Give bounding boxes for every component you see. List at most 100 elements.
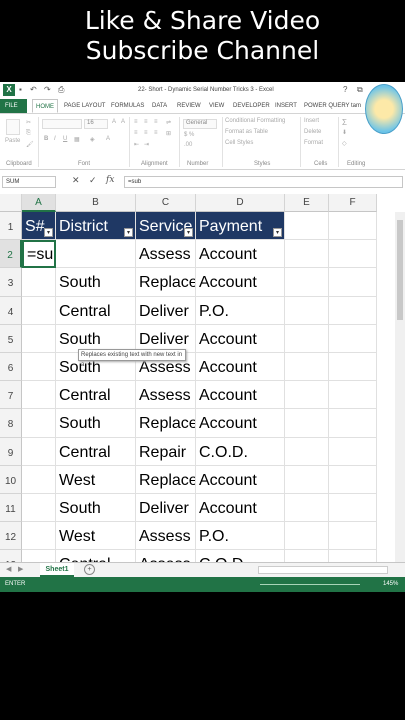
table-cell[interactable] [22, 353, 56, 382]
format-as-table-button[interactable]: Format as Table [225, 129, 268, 135]
column-header-c[interactable]: C [136, 194, 196, 212]
row-header-9[interactable]: 9 [0, 437, 22, 466]
column-header-f[interactable]: F [329, 194, 377, 212]
column-header-e[interactable]: E [285, 194, 329, 212]
table-cell[interactable]: South [56, 409, 136, 438]
filter-dropdown-icon[interactable]: ▾ [273, 228, 282, 238]
format-cells-button[interactable]: Format [304, 140, 323, 146]
table-cell[interactable]: Central [56, 296, 136, 325]
wrap-text-icon[interactable]: ⇌ [166, 119, 171, 126]
save-icon[interactable]: ▪ [19, 85, 22, 94]
empty-cell[interactable] [329, 212, 377, 241]
table-header-cell[interactable]: District ▾ [56, 212, 136, 241]
currency-icon[interactable]: $ % [184, 132, 194, 138]
decimal-icon[interactable]: .00 [184, 142, 192, 148]
scrollbar-thumb[interactable] [397, 220, 403, 320]
name-box[interactable]: SUM [2, 176, 56, 188]
clear-icon[interactable]: ◇ [342, 140, 347, 147]
table-cell[interactable]: Assess [136, 550, 196, 562]
filter-dropdown-icon[interactable]: ▾ [44, 228, 53, 238]
table-cell[interactable]: Replace [136, 465, 196, 494]
insert-cells-button[interactable]: Insert [304, 118, 319, 124]
table-cell[interactable]: Central [56, 437, 136, 466]
ribbon-display-button[interactable]: ⧉ [357, 85, 363, 95]
column-header-b[interactable]: B [56, 194, 136, 212]
empty-cell[interactable] [285, 324, 329, 353]
cell-styles-button[interactable]: Cell Styles [225, 140, 253, 146]
table-cell[interactable]: C.O.D. [196, 550, 285, 562]
column-header-a[interactable]: A [22, 194, 56, 212]
copy-icon[interactable]: ⎘ [26, 130, 31, 137]
tab-review[interactable]: REVIEW [177, 99, 201, 113]
empty-cell[interactable] [285, 212, 329, 241]
empty-cell[interactable] [329, 268, 377, 297]
align-right-icon[interactable]: ≡ [154, 130, 158, 136]
top-align-icon[interactable]: ≡ [134, 119, 138, 125]
row-header-8[interactable]: 8 [0, 409, 22, 438]
empty-cell[interactable] [329, 240, 377, 269]
column-header-d[interactable]: D [196, 194, 285, 212]
empty-cell[interactable] [329, 465, 377, 494]
horizontal-scrollbar[interactable] [258, 566, 388, 574]
tab-home[interactable]: HOME [32, 99, 58, 113]
empty-cell[interactable] [329, 437, 377, 466]
empty-cell[interactable] [329, 494, 377, 523]
table-cell[interactable]: P.O. [196, 522, 285, 551]
number-format-dropdown[interactable]: General [183, 119, 217, 129]
table-cell[interactable] [22, 522, 56, 551]
redo-icon[interactable]: ↷ [44, 85, 51, 94]
table-cell[interactable] [22, 324, 56, 353]
tab-insert[interactable]: INSERT [275, 99, 297, 113]
middle-align-icon[interactable]: ≡ [144, 119, 148, 125]
table-cell[interactable]: Assess [136, 381, 196, 410]
formula-input[interactable]: =sub [124, 176, 403, 188]
table-cell[interactable]: Assess [136, 522, 196, 551]
user-name[interactable]: tam [351, 99, 361, 113]
filter-dropdown-icon[interactable]: ▾ [124, 228, 133, 238]
increase-indent-icon[interactable]: ⇥ [144, 141, 149, 148]
tab-view[interactable]: VIEW [209, 99, 224, 113]
table-cell[interactable]: P.O. [196, 296, 285, 325]
empty-cell[interactable] [329, 296, 377, 325]
filter-dropdown-icon[interactable]: ▾ [184, 228, 193, 238]
tab-page-layout[interactable]: PAGE LAYOUT [64, 99, 105, 113]
empty-cell[interactable] [285, 296, 329, 325]
empty-cell[interactable] [329, 324, 377, 353]
cancel-icon[interactable]: ✕ [72, 175, 80, 186]
empty-cell[interactable] [329, 409, 377, 438]
table-cell[interactable]: South [56, 268, 136, 297]
row-header-2[interactable]: 2 [0, 240, 22, 269]
underline-button[interactable]: U [63, 136, 67, 142]
fill-icon[interactable]: ⬇ [342, 129, 347, 136]
table-cell[interactable]: Repair [136, 437, 196, 466]
prev-sheet-icon[interactable]: ◀ [6, 565, 11, 573]
table-cell[interactable]: Assess [136, 240, 196, 269]
quick-print-icon[interactable]: ⎙ [58, 85, 64, 95]
table-cell[interactable]: Account [196, 465, 285, 494]
row-header-10[interactable]: 10 [0, 465, 22, 494]
table-cell[interactable]: C.O.D. [196, 437, 285, 466]
empty-cell[interactable] [329, 381, 377, 410]
empty-cell[interactable] [285, 550, 329, 562]
align-center-icon[interactable]: ≡ [144, 130, 148, 136]
row-header-4[interactable]: 4 [0, 296, 22, 325]
conditional-formatting-button[interactable]: Conditional Formatting [225, 118, 285, 124]
grow-font-icon[interactable]: A [112, 119, 116, 125]
table-cell[interactable] [22, 494, 56, 523]
format-painter-icon[interactable]: 🖌 [26, 141, 34, 148]
empty-cell[interactable] [285, 268, 329, 297]
next-sheet-icon[interactable]: ▶ [18, 565, 23, 573]
align-left-icon[interactable]: ≡ [134, 130, 138, 136]
bold-button[interactable]: B [44, 136, 48, 142]
autosum-icon[interactable]: Σ [342, 118, 347, 127]
table-cell[interactable] [22, 268, 56, 297]
table-cell[interactable]: Deliver [136, 296, 196, 325]
font-name-dropdown[interactable] [42, 119, 82, 129]
table-cell[interactable] [22, 465, 56, 494]
table-cell[interactable] [22, 437, 56, 466]
add-sheet-button[interactable]: + [84, 564, 95, 575]
table-cell[interactable] [22, 550, 56, 562]
borders-icon[interactable]: ▦ [74, 136, 80, 143]
enter-icon[interactable]: ✓ [89, 175, 97, 186]
tab-data[interactable]: DATA [152, 99, 167, 113]
